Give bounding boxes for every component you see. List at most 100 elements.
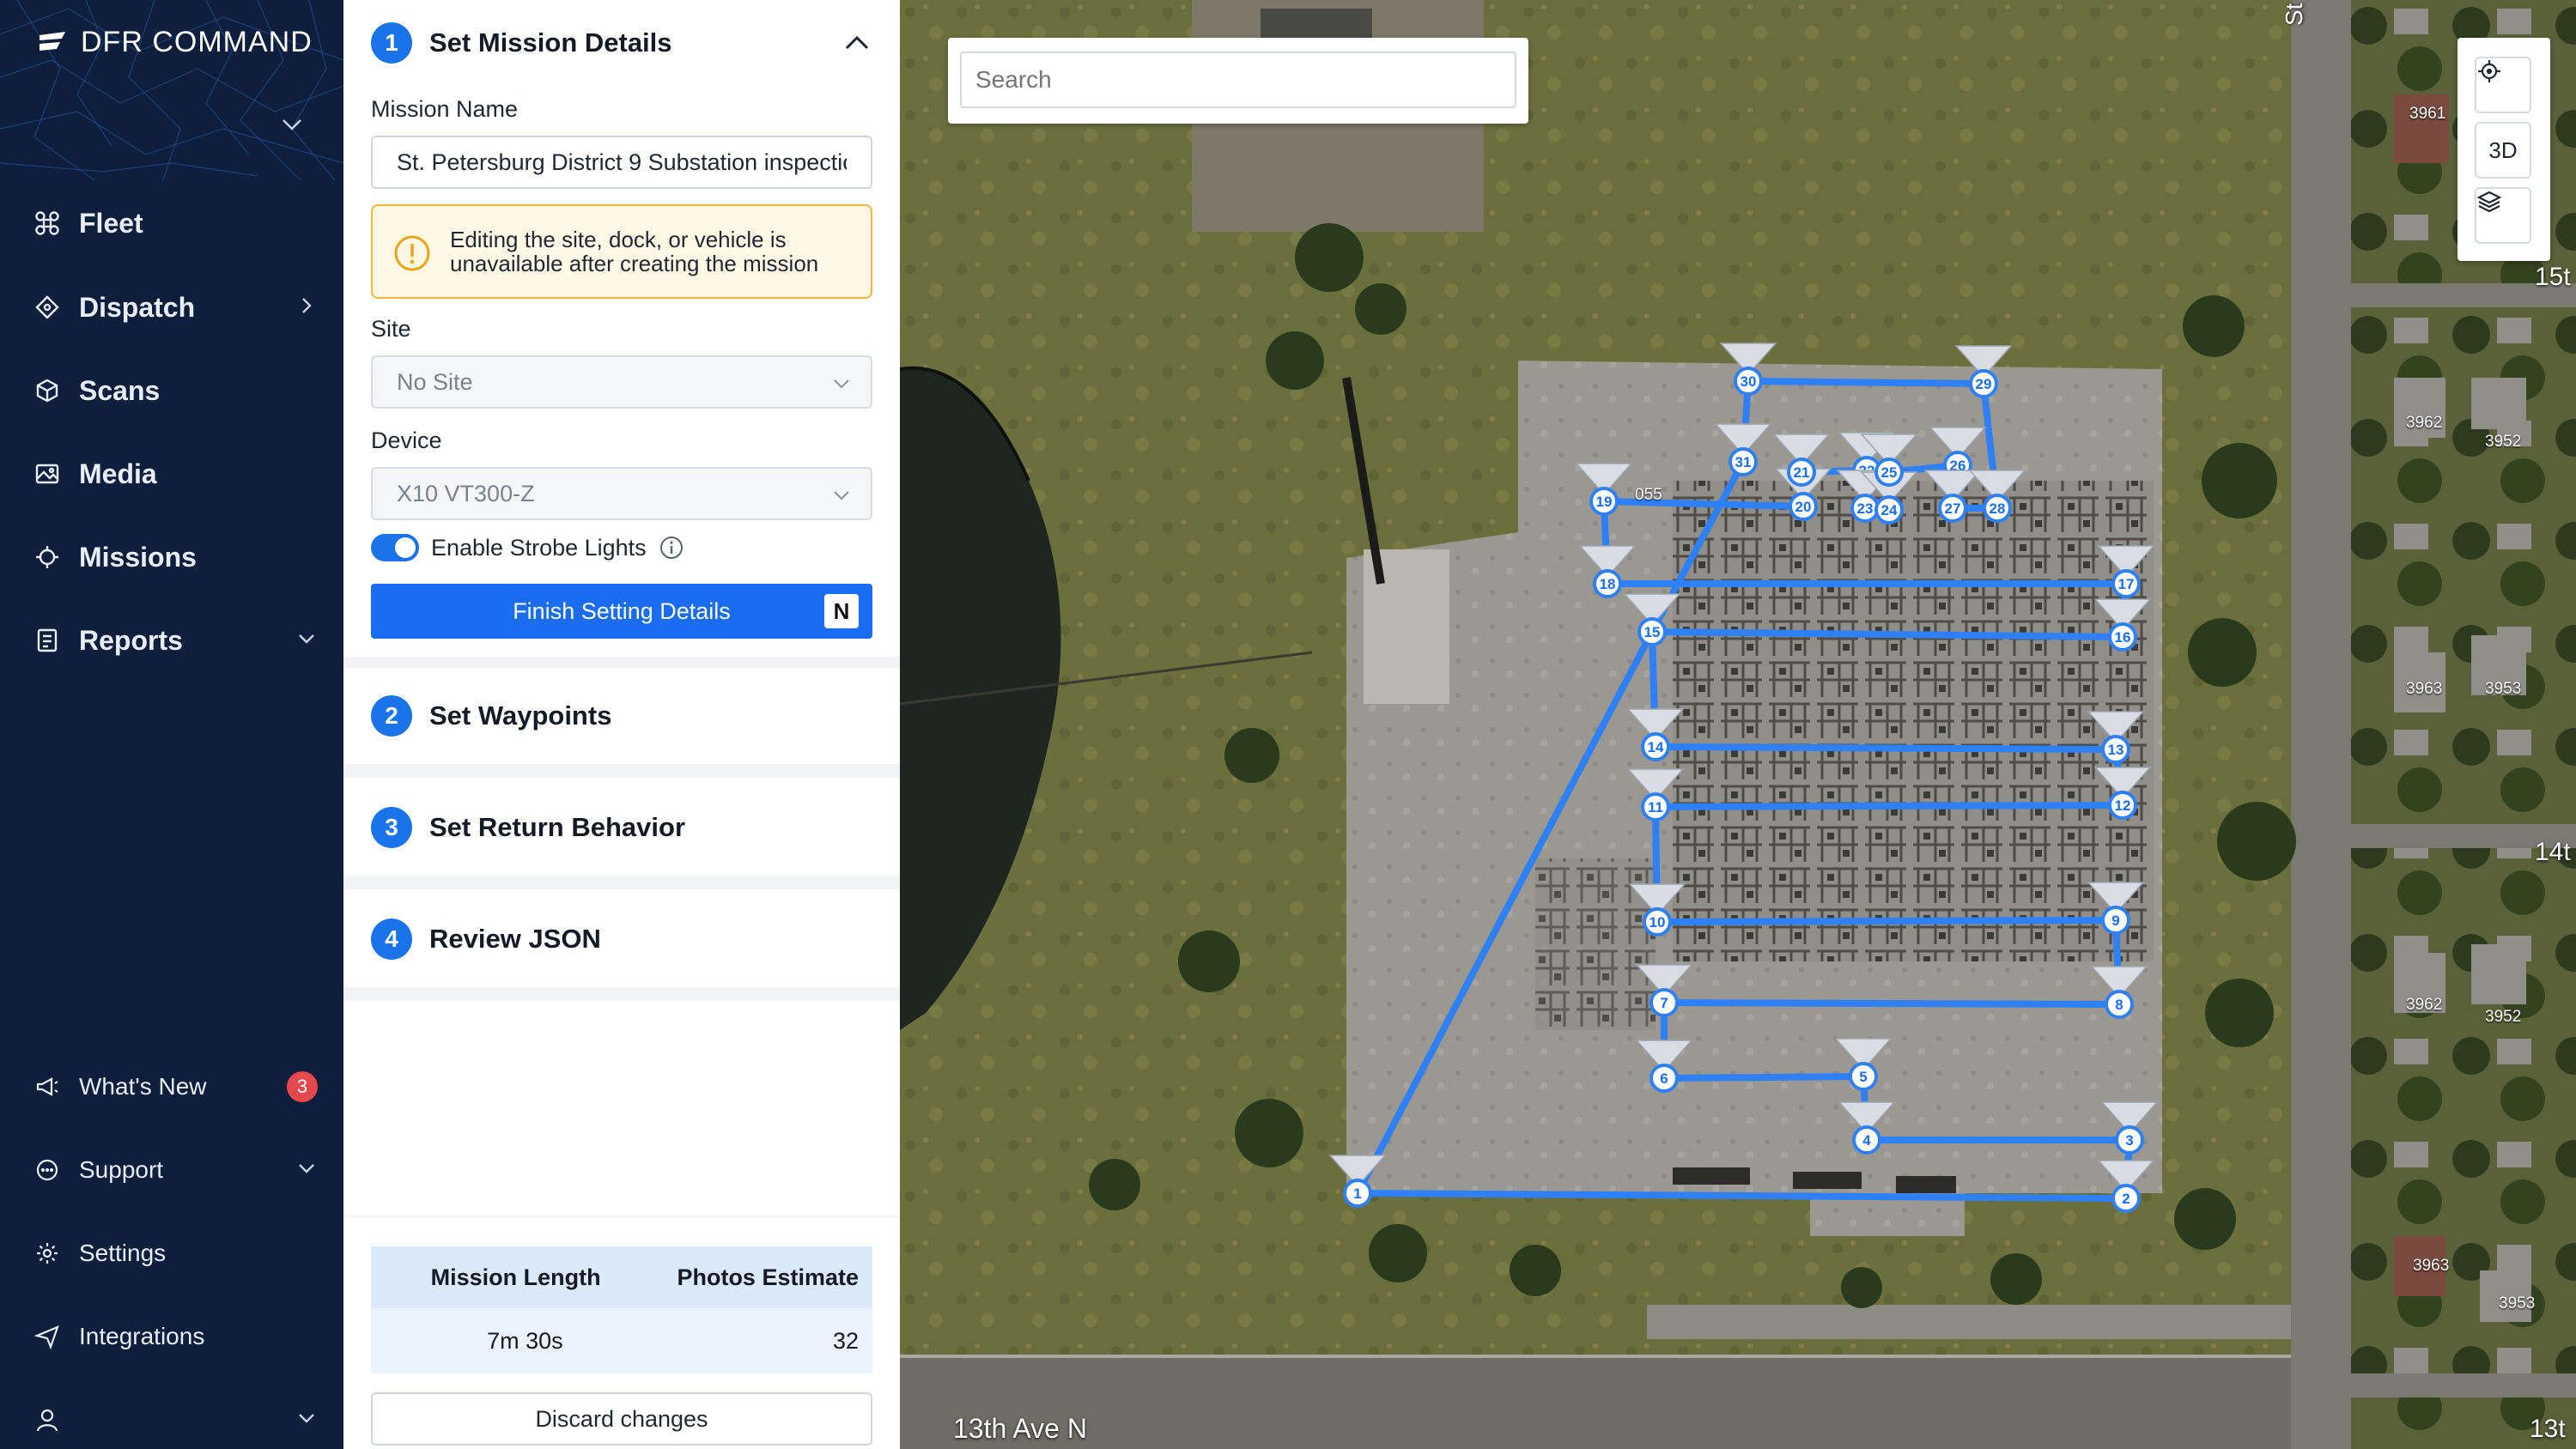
waypoint-label: 16	[2115, 629, 2131, 646]
waypoint-label: 23	[1857, 500, 1874, 517]
logo-icon	[39, 31, 65, 51]
mission-name-label: Mission Name	[371, 96, 519, 122]
waypoint-label: 11	[1648, 799, 1663, 815]
sidebar-item-label: Settings	[79, 1240, 167, 1266]
chevron-right-icon	[302, 298, 312, 313]
sidebar-item-dispatch[interactable]: Dispatch	[34, 282, 318, 333]
house-number: 3953	[2499, 1294, 2536, 1313]
sidebar-item-label: Dispatch	[79, 291, 196, 323]
gear-icon	[37, 1243, 58, 1264]
layers-button[interactable]	[2475, 187, 2531, 244]
site-label: Site	[371, 316, 411, 342]
waypoint-label: 25	[1881, 464, 1898, 481]
house-number: 3961	[2409, 105, 2446, 123]
waypoint-label: 19	[1596, 494, 1613, 510]
sidebar-item-missions[interactable]: Missions	[34, 531, 318, 583]
step-title: Set Return Behavior	[429, 812, 686, 842]
step-header[interactable]: 1 Set Mission Details	[371, 22, 672, 64]
sidebar-item-reports[interactable]: Reports	[34, 615, 318, 666]
street-label: St N	[2281, 0, 2307, 26]
street-label: 13t	[2530, 1415, 2566, 1443]
app-logo[interactable]: DFR COMMAND	[38, 26, 313, 59]
site-value: No Site	[397, 368, 473, 395]
dispatch-icon	[35, 295, 59, 319]
waypoint-label: 12	[2115, 797, 2131, 814]
table-header-row: Mission Length Photos Estimate	[371, 1246, 872, 1308]
sidebar-user-menu[interactable]	[34, 1394, 318, 1446]
waypoint-label: 1	[1353, 1185, 1361, 1202]
sidebar-item-label: What's New	[79, 1073, 207, 1100]
step-set-return-behavior[interactable]: 3 Set Return Behavior	[343, 778, 900, 876]
warning-text: Editing the site, dock, or vehicle is un…	[450, 227, 819, 276]
waypoint-label: 10	[1649, 914, 1666, 931]
map-search-container	[948, 38, 1528, 124]
waypoint-label: 30	[1741, 373, 1757, 390]
sidebar-item-label: Integrations	[79, 1323, 205, 1349]
finish-button-label: Finish Setting Details	[513, 597, 731, 624]
waypoint-label: 8	[2115, 997, 2123, 1013]
send-icon	[34, 1325, 59, 1349]
waypoint-label: 21	[1794, 464, 1810, 481]
step-title: Review JSON	[429, 924, 601, 954]
sidebar-item-whats-new[interactable]: What's New 3	[34, 1061, 318, 1113]
table-row: 7m 30s 32	[371, 1308, 872, 1373]
chevron-down-icon	[299, 1164, 314, 1173]
waypoint-label: 3	[2125, 1132, 2133, 1149]
waypoint-label: 4	[1862, 1132, 1871, 1149]
chevron-down-icon	[834, 491, 849, 500]
step-title: Set Mission Details	[429, 27, 672, 58]
sidebar-item-support[interactable]: Support	[34, 1144, 318, 1196]
chevron-down-icon	[299, 1414, 314, 1423]
chevron-up-icon[interactable]	[841, 27, 872, 58]
finish-setting-details-button[interactable]: Finish Setting Details N	[371, 584, 872, 639]
3d-toggle-button[interactable]: 3D	[2475, 122, 2531, 179]
sidebar: DFR COMMAND Fleet Dispatch Scans Media M…	[0, 0, 343, 1449]
step-number: 3	[371, 807, 412, 848]
mission-name-input[interactable]	[371, 136, 872, 189]
panel-spacer	[343, 1001, 900, 1216]
chevron-down-icon	[834, 379, 849, 389]
device-value: X10 VT300-Z	[397, 480, 535, 506]
house-number: 3952	[2485, 1008, 2522, 1026]
step-header: 4 Review JSON	[371, 919, 601, 960]
notification-badge: 3	[287, 1071, 318, 1102]
waypoint-label: 20	[1795, 499, 1812, 515]
sidebar-item-scans[interactable]: Scans	[34, 365, 318, 416]
map-poi-label: 055	[1635, 486, 1662, 504]
house-number: 3963	[2413, 1257, 2450, 1275]
step-review-json[interactable]: 4 Review JSON	[343, 889, 900, 987]
sidebar-item-integrations[interactable]: Integrations	[34, 1311, 318, 1362]
sidebar-item-fleet[interactable]: Fleet	[34, 197, 318, 249]
mission-panel: 1 Set Mission Details Mission Name Editi…	[343, 0, 900, 1449]
waypoint-label: 13	[2108, 742, 2124, 758]
info-icon[interactable]	[659, 535, 684, 561]
step-title: Set Waypoints	[429, 700, 612, 731]
step-number: 4	[371, 919, 412, 960]
sidebar-item-label: Fleet	[79, 207, 143, 239]
sidebar-item-settings[interactable]: Settings	[34, 1228, 318, 1279]
waypoint-label: 15	[1644, 624, 1661, 640]
map-search-input[interactable]	[960, 52, 1516, 108]
step-number: 1	[371, 22, 412, 64]
waypoint-label: 28	[1990, 500, 2006, 517]
waypoint-label: 18	[1600, 576, 1616, 592]
waypoint-label: 7	[1660, 995, 1668, 1011]
warning-alert: Editing the site, dock, or vehicle is un…	[371, 204, 872, 299]
app-name: DFR COMMAND	[81, 26, 313, 58]
map-view[interactable]: 1234567891011121314151617181920212223242…	[900, 0, 2576, 1449]
device-select[interactable]: X10 VT300-Z	[371, 467, 872, 520]
site-select[interactable]: No Site	[371, 355, 872, 409]
locate-button[interactable]	[2475, 57, 2531, 113]
discard-changes-button[interactable]: Discard changes	[371, 1392, 872, 1446]
house-number: 3952	[2485, 433, 2522, 451]
sidebar-item-media[interactable]: Media	[34, 448, 318, 500]
chevron-down-icon[interactable]	[279, 112, 305, 137]
waypoint-label: 27	[1945, 500, 1961, 517]
strobe-lights-row: Enable Strobe Lights	[371, 534, 684, 561]
strobe-lights-toggle[interactable]	[371, 534, 419, 561]
mission-length-header: Mission Length	[371, 1246, 615, 1308]
step-header: 3 Set Return Behavior	[371, 807, 685, 848]
step-set-waypoints[interactable]: 2 Set Waypoints	[343, 668, 900, 764]
strobe-lights-label: Enable Strobe Lights	[431, 534, 647, 561]
satellite-imagery: 1234567891011121314151617181920212223242…	[900, 0, 2576, 1449]
